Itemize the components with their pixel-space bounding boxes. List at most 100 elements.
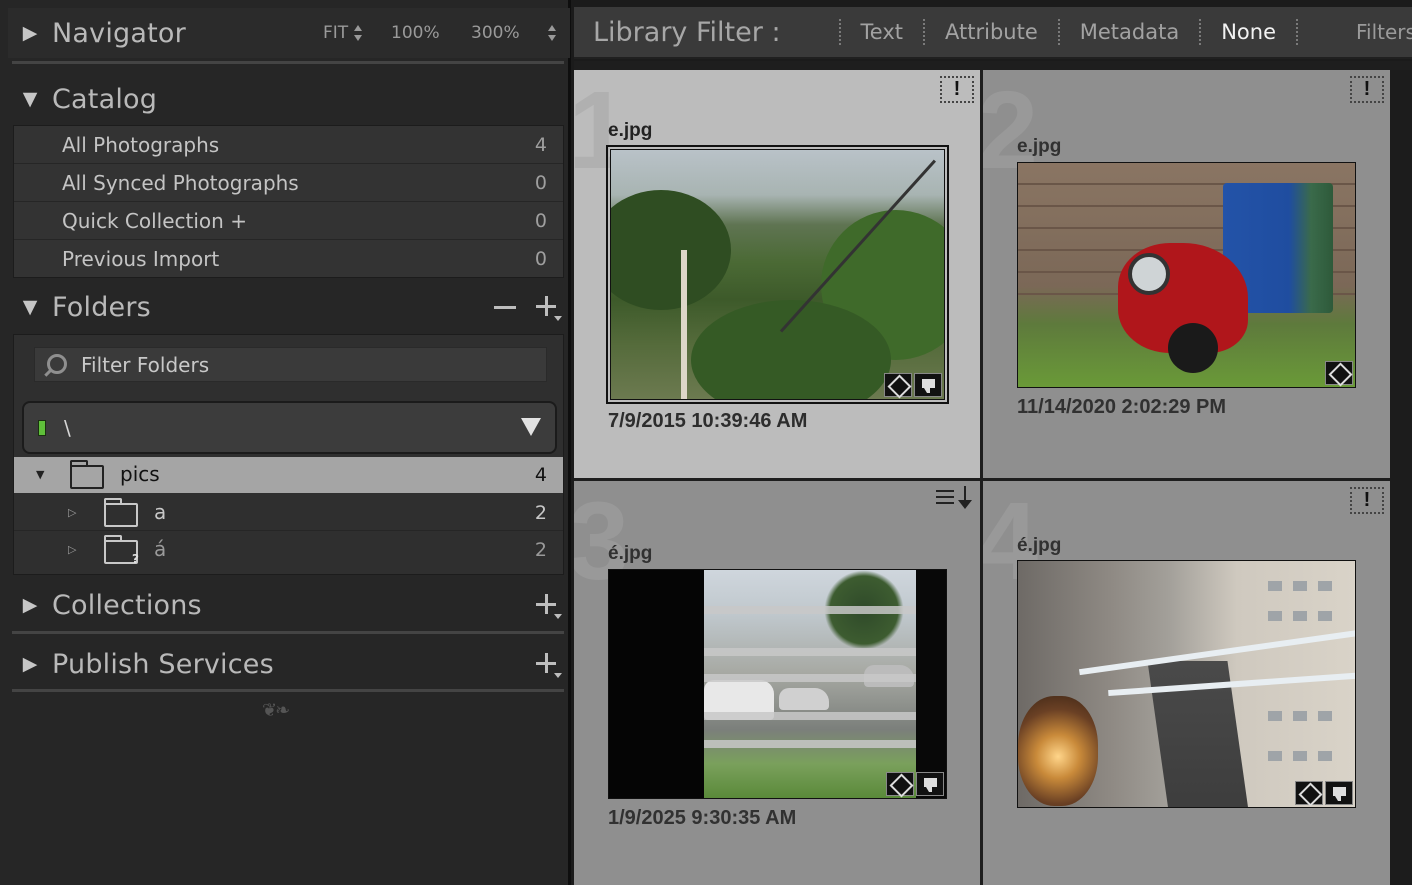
divider bbox=[923, 19, 926, 45]
thumbnail-grid: 1 ! e.jpg 7/9/2015 10:39:46 AM 2 ! e.jpg bbox=[574, 61, 1412, 885]
cell-capture-date: 7/9/2015 10:39:46 AM bbox=[608, 410, 808, 432]
catalog-item-all-synced[interactable]: All Synced Photographs 0 bbox=[14, 164, 563, 202]
catalog-item-label: All Photographs bbox=[62, 132, 220, 157]
cell-filename: e.jpg bbox=[1017, 136, 1062, 157]
folders-panel: Filter Folders \ ▼ pics 4 ▷ a 2 ▷ ? á 2 bbox=[13, 334, 564, 575]
filter-tab-text[interactable]: Text bbox=[861, 20, 903, 44]
catalog-item-quick-collection[interactable]: Quick Collection + 0 bbox=[14, 202, 563, 240]
thumbnail-image[interactable] bbox=[1017, 162, 1356, 388]
library-filter-label: Library Filter : bbox=[593, 16, 781, 48]
grid-scrollbar[interactable] bbox=[1390, 70, 1412, 885]
flag-icon[interactable]: ! bbox=[1350, 487, 1384, 514]
filter-tab-attribute[interactable]: Attribute bbox=[945, 20, 1038, 44]
publish-services-header[interactable]: ▶ Publish Services bbox=[8, 639, 570, 689]
keyword-badge-icon[interactable] bbox=[884, 373, 912, 397]
zoom-fit-label: FIT bbox=[323, 23, 349, 43]
zoom-300-button[interactable]: 300% bbox=[471, 23, 520, 43]
thumbnail-badges bbox=[1295, 781, 1353, 805]
filter-tab-metadata[interactable]: Metadata bbox=[1080, 20, 1179, 44]
chevron-down-icon[interactable] bbox=[521, 418, 541, 436]
catalog-item-count: 0 bbox=[534, 171, 547, 194]
navigator-title: Navigator bbox=[52, 17, 186, 49]
catalog-item-count: 4 bbox=[534, 133, 547, 156]
library-filter-bar: Library Filter : Text Attribute Metadata… bbox=[574, 7, 1412, 59]
divider bbox=[1296, 19, 1299, 45]
catalog-header[interactable]: ▼ Catalog bbox=[8, 74, 570, 124]
comment-badge-icon[interactable] bbox=[1325, 781, 1353, 805]
updown-arrow-icon bbox=[548, 25, 557, 41]
catalog-title: Catalog bbox=[52, 83, 158, 115]
thumbnail-badges bbox=[886, 772, 944, 796]
filter-folders-input[interactable]: Filter Folders bbox=[34, 347, 547, 382]
cell-filename: é.jpg bbox=[608, 543, 653, 564]
zoom-100-button[interactable]: 100% bbox=[391, 23, 440, 43]
keyword-badge-icon[interactable] bbox=[1295, 781, 1323, 805]
keyword-badge-icon[interactable] bbox=[1325, 361, 1353, 385]
folder-icon bbox=[70, 460, 104, 489]
folder-expand-icon[interactable]: ▷ bbox=[68, 544, 76, 555]
zoom-fit-button[interactable]: FIT bbox=[323, 23, 363, 43]
filters-off-toggle[interactable]: Filters Off bbox=[1356, 20, 1412, 44]
folder-row-a[interactable]: ▷ a 2 bbox=[14, 495, 563, 531]
catalog-item-label: All Synced Photographs bbox=[62, 170, 299, 195]
divider bbox=[1199, 19, 1202, 45]
cell-capture-date: 11/14/2020 2:02:29 PM bbox=[1017, 396, 1227, 418]
cell-filename: e.jpg bbox=[608, 120, 653, 141]
folder-row-a-accent[interactable]: ▷ ? á 2 bbox=[14, 532, 563, 568]
folder-count: 2 bbox=[534, 539, 547, 561]
folder-count: 4 bbox=[534, 464, 547, 486]
add-collection-icon[interactable] bbox=[534, 592, 562, 619]
keyword-badge-icon[interactable] bbox=[886, 772, 914, 796]
folder-icon bbox=[104, 498, 138, 527]
navigator-header[interactable]: ▶ Navigator FIT 100% 300% bbox=[8, 8, 570, 58]
collapse-triangle-icon[interactable]: ▶ bbox=[8, 654, 52, 674]
collapse-triangle-icon[interactable]: ▶ bbox=[8, 595, 52, 615]
grid-cell-3[interactable]: 3 é.jpg 1/9/2025 9:30:35 AM bbox=[574, 481, 980, 885]
grid-cell-4[interactable]: 4 ! é.jpg bbox=[983, 481, 1390, 885]
updown-arrow-icon bbox=[354, 25, 363, 41]
thumbnail-image[interactable] bbox=[606, 145, 949, 404]
catalog-item-label: Previous Import bbox=[62, 247, 220, 271]
sort-order-icon[interactable] bbox=[934, 486, 978, 512]
grid-cell-1[interactable]: 1 ! e.jpg 7/9/2015 10:39:46 AM bbox=[574, 70, 980, 478]
thumbnail-image[interactable] bbox=[1017, 560, 1356, 808]
comment-badge-icon[interactable] bbox=[916, 772, 944, 796]
add-folder-icon[interactable] bbox=[534, 294, 562, 321]
expand-triangle-icon[interactable]: ▼ bbox=[8, 297, 52, 317]
thumbnail-badges bbox=[1325, 361, 1353, 385]
catalog-item-count: 0 bbox=[534, 209, 547, 232]
left-panel: ▶ Navigator FIT 100% 300% ▼ Catalog All … bbox=[0, 0, 571, 885]
zoom-menu-button[interactable] bbox=[542, 23, 557, 43]
folders-header[interactable]: ▼ Folders bbox=[8, 282, 570, 332]
cell-capture-date: 1/9/2025 9:30:35 AM bbox=[608, 807, 797, 829]
volume-name: \ bbox=[64, 415, 71, 440]
folder-expand-icon[interactable]: ▼ bbox=[36, 469, 44, 480]
grid-cell-2[interactable]: 2 ! e.jpg 11/14/2020 2:02:29 PM bbox=[983, 70, 1390, 478]
thumbnail-image[interactable] bbox=[608, 569, 947, 799]
collections-header[interactable]: ▶ Collections bbox=[8, 580, 570, 630]
catalog-item-label: Quick Collection + bbox=[62, 208, 247, 233]
folder-expand-icon[interactable]: ▷ bbox=[68, 507, 76, 518]
flag-icon[interactable]: ! bbox=[1350, 76, 1384, 103]
collapse-triangle-icon[interactable]: ▶ bbox=[8, 23, 52, 43]
flag-icon[interactable]: ! bbox=[940, 76, 974, 103]
catalog-list: All Photographs 4 All Synced Photographs… bbox=[13, 125, 564, 278]
publish-services-title: Publish Services bbox=[52, 648, 274, 680]
expand-triangle-icon[interactable]: ▼ bbox=[8, 89, 52, 109]
catalog-item-previous-import[interactable]: Previous Import 0 bbox=[14, 240, 563, 278]
comment-badge-icon[interactable] bbox=[914, 373, 942, 397]
divider bbox=[838, 19, 841, 45]
volume-status-icon bbox=[38, 419, 46, 436]
folder-label: a bbox=[154, 500, 167, 524]
folder-row-pics[interactable]: ▼ pics 4 bbox=[14, 457, 563, 493]
folder-label: á bbox=[154, 537, 167, 561]
add-publish-service-icon[interactable] bbox=[534, 651, 562, 678]
missing-folder-icon: ? bbox=[104, 535, 139, 566]
remove-folder-icon[interactable] bbox=[494, 305, 516, 309]
filter-tab-none[interactable]: None bbox=[1221, 20, 1276, 44]
catalog-item-all-photographs[interactable]: All Photographs 4 bbox=[14, 126, 563, 164]
volume-bar[interactable]: \ bbox=[22, 401, 557, 454]
divider bbox=[12, 689, 564, 692]
cell-filename: é.jpg bbox=[1017, 535, 1062, 556]
divider bbox=[12, 631, 564, 634]
